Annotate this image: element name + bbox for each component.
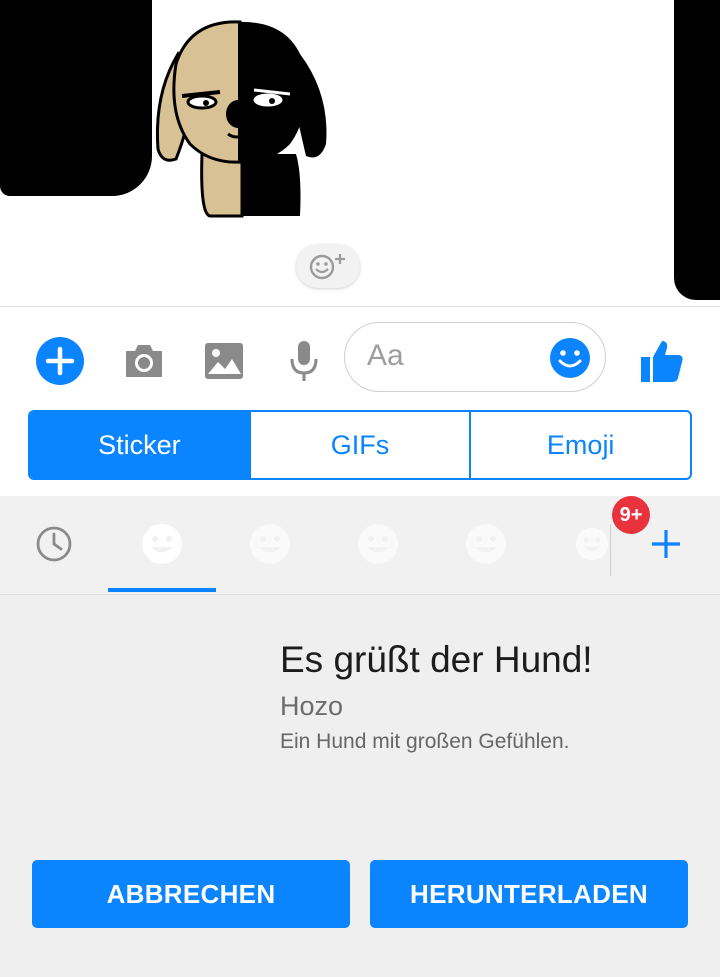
- camera-icon: [126, 345, 162, 377]
- gallery-button[interactable]: [198, 335, 250, 387]
- sticker-pack-detail: Es grüßt der Hund! Hozo Ein Hund mit gro…: [0, 595, 720, 977]
- divider: [610, 524, 611, 576]
- pack-item[interactable]: [540, 496, 610, 592]
- redacted-area-left: [0, 0, 152, 196]
- smiley-icon: [575, 527, 609, 561]
- more-actions-button[interactable]: [34, 335, 86, 387]
- message-input-placeholder: Aa: [367, 339, 404, 372]
- plus-circle-icon: [36, 337, 84, 385]
- clock-icon: [36, 526, 72, 562]
- pack-item[interactable]: [324, 496, 432, 592]
- pack-description: Ein Hund mit großen Gefühlen.: [280, 730, 570, 753]
- message-input[interactable]: Aa: [344, 322, 606, 392]
- tab-sticker[interactable]: Sticker: [30, 412, 249, 478]
- pack-item[interactable]: [216, 496, 324, 592]
- thumbs-up-icon: [641, 341, 683, 382]
- plus-icon: [652, 530, 680, 558]
- pack-item[interactable]: [108, 496, 216, 592]
- new-packs-badge: 9+: [612, 496, 650, 534]
- smiley-icon: [142, 524, 182, 564]
- pack-title: Es grüßt der Hund!: [280, 639, 593, 680]
- voice-button[interactable]: [278, 335, 330, 387]
- pack-item[interactable]: [432, 496, 540, 592]
- content-type-tabs: Sticker GIFs Emoji: [28, 410, 692, 480]
- smiley-icon: [358, 524, 398, 564]
- smiley-icon: [466, 524, 506, 564]
- like-button[interactable]: [636, 335, 688, 387]
- chat-area: [0, 0, 720, 307]
- selected-pack-indicator: [108, 588, 216, 592]
- pack-author: Hozo: [280, 691, 344, 721]
- add-reaction-button[interactable]: [296, 244, 360, 288]
- add-reaction-icon: [309, 254, 345, 280]
- dog-sticker-message[interactable]: [150, 14, 335, 219]
- camera-button[interactable]: [118, 335, 170, 387]
- emoji-picker-button[interactable]: [549, 337, 591, 379]
- tab-gifs[interactable]: GIFs: [248, 412, 470, 478]
- image-icon: [205, 343, 243, 379]
- smiley-icon: [250, 524, 290, 564]
- download-button[interactable]: HERUNTERLADEN: [370, 860, 688, 928]
- redacted-area-right: [674, 0, 720, 300]
- tab-emoji[interactable]: Emoji: [469, 412, 690, 478]
- microphone-icon: [290, 341, 318, 381]
- cancel-button[interactable]: ABBRECHEN: [32, 860, 350, 928]
- pack-recent[interactable]: [0, 496, 108, 592]
